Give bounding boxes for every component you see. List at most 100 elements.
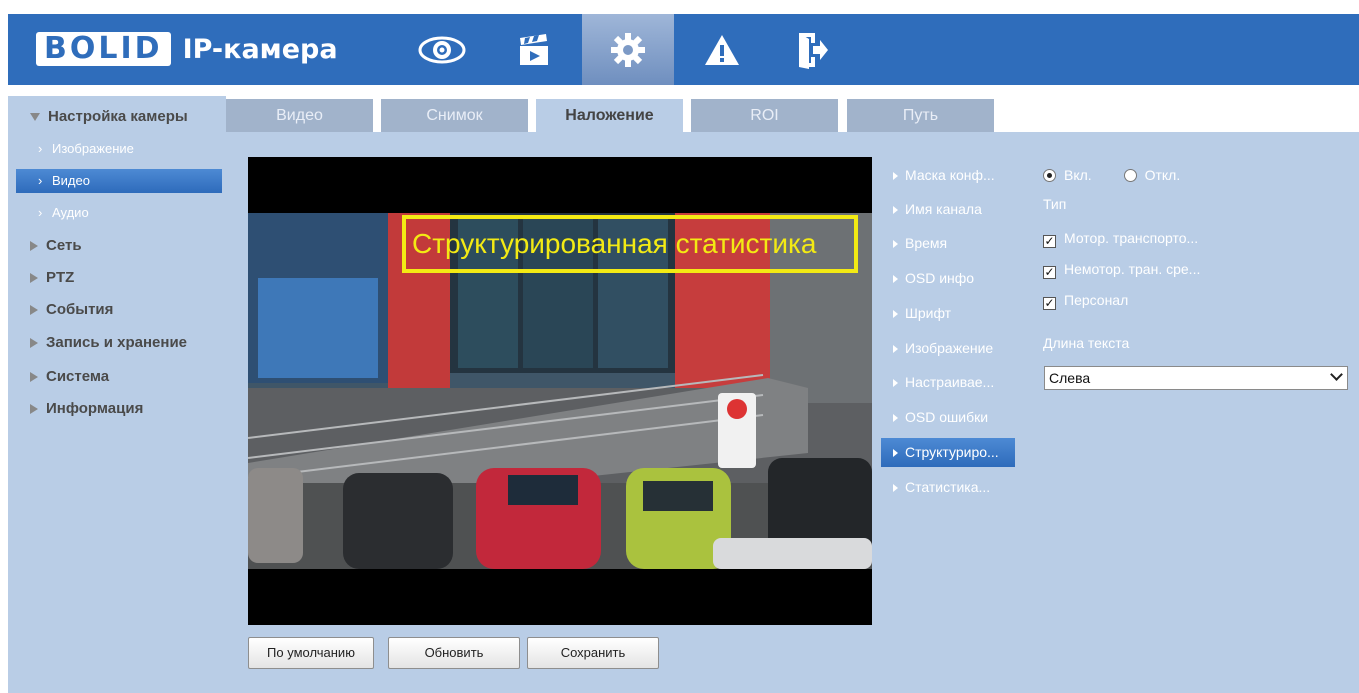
sidebar-item-label: События [46, 301, 114, 318]
default-button[interactable]: По умолчанию [248, 637, 374, 669]
sidebar-item-label: Запись и хранение [46, 334, 188, 351]
sidebar-item-info[interactable]: Информация [8, 400, 226, 417]
checkbox-nonmotor-vehicle[interactable]: ✓ Немотор. тран. сре... [1043, 261, 1200, 279]
nav-live-view[interactable] [396, 14, 488, 85]
bullet-icon [893, 484, 898, 492]
overlay-menu-item-font[interactable]: Шрифт [881, 299, 1015, 328]
app-title: IP-камера [182, 33, 338, 65]
bullet-icon [893, 345, 898, 353]
overlay-menu-item-time[interactable]: Время [881, 229, 1015, 258]
expand-arrow-icon [30, 404, 38, 415]
overlay-text-box[interactable]: Структурированная статистика [402, 215, 858, 273]
overlay-menu-item-channel-name[interactable]: Имя канала [881, 195, 1015, 224]
checkbox-motor-vehicle[interactable]: ✓ Мотор. транспорто... [1043, 230, 1198, 248]
nav-logout[interactable] [766, 14, 858, 85]
sidebar-item-events[interactable]: События [8, 301, 226, 318]
overlay-menu: Маска конф... Имя канала Время OSD инфо … [881, 157, 1015, 693]
radio-on-label: Вкл. [1064, 167, 1092, 183]
expand-arrow-icon [30, 305, 38, 316]
refresh-button[interactable]: Обновить [388, 637, 520, 669]
overlay-menu-item-osd-errors[interactable]: OSD ошибки [881, 403, 1015, 432]
bullet-icon [893, 310, 898, 318]
overlay-menu-item-osd-info[interactable]: OSD инфо [881, 264, 1015, 293]
sidebar-item-label: PTZ [46, 269, 75, 286]
bullet-icon [893, 414, 898, 422]
menu-item-label: OSD ошибки [905, 409, 989, 425]
sidebar-subitem-audio[interactable]: › Аудио [16, 201, 222, 225]
menu-item-label: Имя канала [905, 201, 982, 217]
top-navigation-bar: BOLID IP-камера [8, 14, 1359, 85]
bullet-icon [893, 172, 898, 180]
main-content: Видео Снимок Наложение ROI Путь Структур… [226, 96, 1359, 693]
nav-playback[interactable] [488, 14, 580, 85]
overlay-menu-item-structured[interactable]: Структуриро... [881, 438, 1015, 467]
overlay-menu-item-custom[interactable]: Настраивае... [881, 368, 1015, 397]
sidebar-subitem-label: Видео [52, 173, 90, 188]
chevron-right-icon: › [38, 205, 43, 220]
menu-item-label: Настраивае... [905, 374, 995, 390]
bullet-icon [893, 206, 898, 214]
settings-panel: Вкл. Откл. Тип ✓ Мотор. транспорто... ✓ Не… [1019, 157, 1359, 693]
bullet-icon [893, 275, 898, 283]
logo: BOLID IP-камера [36, 31, 338, 67]
sidebar-item-camera-settings[interactable]: Настройка камеры [8, 108, 226, 125]
radio-on[interactable]: Вкл. [1043, 167, 1092, 183]
select-value: Слева [1049, 370, 1091, 386]
warning-icon [705, 34, 739, 65]
chevron-down-icon [1330, 368, 1343, 381]
text-length-label: Длина текста [1043, 335, 1130, 351]
menu-item-label: Шрифт [905, 305, 952, 321]
tab-roi[interactable]: ROI [691, 99, 838, 132]
tab-snapshot[interactable]: Снимок [381, 99, 528, 132]
sidebar-item-network[interactable]: Сеть [8, 237, 226, 254]
nav-setup[interactable] [582, 14, 674, 85]
sidebar-subitem-label: Аудио [52, 205, 89, 220]
expand-arrow-icon [30, 338, 38, 349]
radio-unselected-icon [1123, 169, 1137, 182]
tab-video[interactable]: Видео [226, 99, 373, 132]
radio-selected-icon [1043, 169, 1056, 182]
logout-icon [799, 32, 828, 69]
sidebar-subitem-image[interactable]: › Изображение [16, 137, 222, 161]
sidebar-item-label: Информация [46, 400, 144, 417]
type-label: Тип [1043, 196, 1067, 212]
menu-item-label: Статистика... [905, 479, 991, 495]
tab-path[interactable]: Путь [847, 99, 994, 132]
checkbox-person[interactable]: ✓ Персонал [1043, 292, 1128, 310]
video-preview[interactable]: Структурированная статистика [248, 157, 872, 625]
checkbox-label: Мотор. транспорто... [1064, 230, 1199, 246]
overlay-menu-item-image[interactable]: Изображение [881, 334, 1015, 363]
save-button[interactable]: Сохранить [527, 637, 659, 669]
tab-strip: Видео Снимок Наложение ROI Путь [226, 96, 1359, 132]
bullet-icon [893, 379, 898, 387]
sidebar-subitem-video[interactable]: › Видео [16, 169, 222, 193]
bullet-icon [893, 240, 898, 248]
overlay-menu-item-privacy-mask[interactable]: Маска конф... [881, 161, 1015, 190]
expand-arrow-icon [30, 113, 40, 122]
sidebar-item-storage[interactable]: Запись и хранение [8, 334, 226, 351]
gear-icon [611, 32, 645, 67]
tab-overlay[interactable]: Наложение [536, 99, 683, 132]
eye-icon [418, 36, 466, 63]
checkbox-label: Персонал [1064, 292, 1129, 308]
sidebar-item-label: Сеть [46, 237, 82, 254]
chevron-right-icon: › [38, 173, 43, 188]
radio-off-label: Откл. [1144, 167, 1181, 183]
sidebar-item-label: Настройка камеры [48, 108, 188, 125]
sidebar: Настройка камеры › Изображение › Видео › Ау… [8, 96, 226, 693]
menu-item-label: Время [905, 235, 948, 251]
radio-off[interactable]: Откл. [1123, 167, 1181, 183]
chevron-right-icon: › [38, 141, 43, 156]
sidebar-item-ptz[interactable]: PTZ [8, 269, 226, 286]
expand-arrow-icon [30, 273, 38, 284]
overlay-menu-item-statistics[interactable]: Статистика... [881, 473, 1015, 502]
text-length-select[interactable]: Слева [1044, 366, 1348, 390]
menu-item-label: Структуриро... [905, 444, 999, 460]
menu-item-label: OSD инфо [905, 270, 975, 286]
clapperboard-icon [520, 33, 548, 65]
sidebar-subitem-label: Изображение [52, 141, 134, 156]
expand-arrow-icon [30, 241, 38, 252]
sidebar-item-system[interactable]: Система [8, 368, 226, 385]
sidebar-item-label: Система [46, 368, 110, 385]
nav-alarm[interactable] [676, 14, 768, 85]
